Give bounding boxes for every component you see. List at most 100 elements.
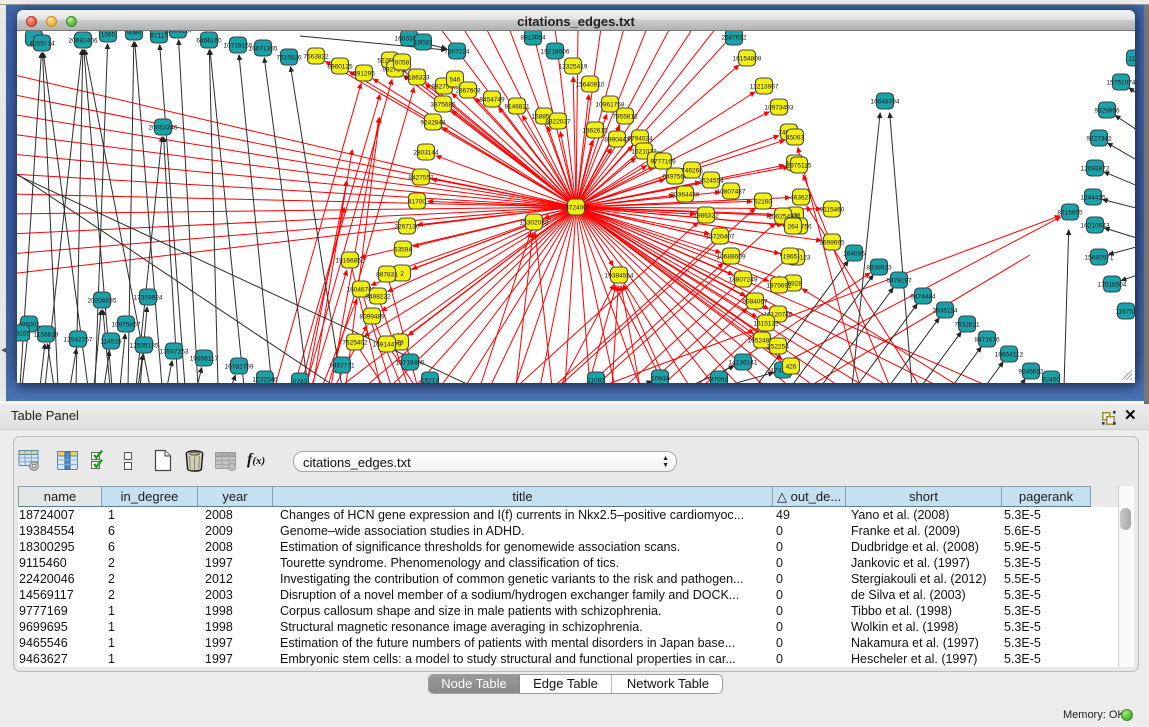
svg-text:10973493: 10973493	[765, 105, 794, 112]
svg-text:19384554: 19384554	[605, 273, 634, 280]
svg-text:15302033: 15302033	[520, 220, 549, 227]
svg-text:16210643: 16210643	[1081, 223, 1110, 230]
svg-text:10653267: 10653267	[164, 31, 193, 35]
svg-text:9227342: 9227342	[1086, 136, 1112, 143]
svg-text:20206535: 20206535	[88, 298, 117, 305]
svg-text:16671355: 16671355	[249, 46, 278, 53]
svg-text:16782759: 16782759	[225, 364, 254, 371]
svg-text:8498222: 8498222	[365, 294, 391, 301]
svg-text:8471676: 8471676	[974, 337, 1000, 344]
svg-text:39155: 39155	[17, 331, 30, 338]
svg-text:7663822: 7663822	[303, 54, 329, 61]
svg-text:9457771: 9457771	[329, 363, 355, 370]
svg-text:891295: 891295	[353, 71, 375, 78]
svg-text:7986322: 7986322	[693, 213, 719, 220]
svg-text:1965: 1965	[783, 254, 798, 261]
svg-text:12505135: 12505135	[130, 343, 159, 350]
svg-text:8454749: 8454749	[479, 97, 505, 104]
svg-text:3875685: 3875685	[430, 102, 456, 109]
svg-text:15640910: 15640910	[576, 82, 605, 89]
svg-text:9115460: 9115460	[820, 207, 845, 214]
svg-text:1975692: 1975692	[766, 283, 792, 290]
svg-text:2975115: 2975115	[787, 163, 812, 170]
svg-text:10688609: 10688609	[717, 254, 746, 261]
svg-text:8322037: 8322037	[545, 119, 571, 126]
svg-text:8813054: 8813054	[520, 35, 546, 42]
svg-text:15720407: 15720407	[706, 234, 735, 241]
svg-text:17359924: 17359924	[134, 295, 163, 302]
svg-text:1117: 1117	[1128, 56, 1135, 63]
svg-text:15716485: 15716485	[396, 360, 425, 367]
svg-text:7515526: 7515526	[276, 55, 302, 62]
svg-text:4055714: 4055714	[29, 41, 55, 48]
svg-text:19166852: 19166852	[336, 258, 365, 265]
svg-text:16213: 16213	[421, 378, 439, 384]
svg-text:16033: 16033	[414, 40, 432, 47]
svg-text:15692971: 15692971	[1085, 255, 1114, 262]
svg-text:9084067: 9084067	[742, 299, 768, 306]
svg-text:10958117: 10958117	[190, 356, 219, 363]
svg-text:7625402: 7625402	[342, 340, 368, 347]
svg-text:114519: 114519	[100, 339, 122, 346]
svg-text:8960125: 8960125	[327, 64, 353, 71]
svg-text:10807487: 10807487	[717, 189, 746, 196]
svg-text:19218506: 19218506	[541, 49, 570, 56]
svg-text:18807249: 18807249	[729, 277, 758, 284]
svg-text:11082: 11082	[587, 378, 605, 384]
svg-text:746266: 746266	[681, 168, 703, 175]
svg-text:9699695: 9699695	[819, 240, 845, 247]
svg-text:8215955: 8215955	[1057, 210, 1083, 217]
svg-text:9777169: 9777169	[650, 159, 676, 166]
svg-text:1362615: 1362615	[582, 128, 608, 135]
svg-text:2803144: 2803144	[413, 150, 439, 157]
svg-text:9329966: 9329966	[1094, 108, 1120, 115]
svg-text:17016504: 17016504	[1098, 282, 1127, 289]
svg-text:92450: 92450	[1042, 377, 1060, 384]
svg-text:2867608: 2867608	[455, 88, 481, 95]
svg-text:10944: 10944	[651, 376, 669, 383]
svg-text:12213967: 12213967	[750, 84, 779, 91]
svg-text:1156819: 1156819	[34, 332, 59, 339]
svg-text:8099489: 8099489	[359, 314, 385, 321]
svg-text:3267130: 3267130	[394, 224, 420, 231]
svg-text:9084: 9084	[127, 31, 142, 37]
svg-text:6479197: 6479197	[886, 278, 912, 285]
svg-text:8743: 8743	[293, 379, 308, 384]
svg-text:887831: 887831	[376, 272, 398, 279]
svg-text:3624554: 3624554	[698, 178, 724, 185]
svg-text:15751074: 15751074	[1107, 80, 1135, 87]
svg-text:463627: 463627	[790, 195, 812, 202]
svg-text:12942757: 12942757	[64, 337, 93, 344]
svg-text:164095: 164095	[843, 251, 865, 258]
svg-text:9245652: 9245652	[1018, 369, 1044, 376]
svg-text:16154808: 16154808	[733, 56, 762, 63]
svg-text:6466160: 6466160	[196, 38, 222, 45]
svg-text:2: 2	[400, 271, 404, 278]
svg-text:8186323: 8186323	[404, 75, 430, 82]
svg-text:62160: 62160	[754, 199, 772, 206]
svg-text:2935114: 2935114	[933, 308, 958, 315]
svg-text:8938923: 8938923	[866, 265, 892, 272]
svg-text:9242848: 9242848	[420, 120, 446, 127]
svg-text:1065: 1065	[101, 32, 116, 39]
svg-text:7357224: 7357224	[444, 49, 470, 56]
svg-text:426: 426	[786, 364, 797, 371]
svg-text:87968: 87968	[710, 377, 728, 384]
svg-text:1615132: 1615132	[753, 321, 779, 328]
svg-text:7955812: 7955812	[612, 114, 638, 121]
svg-text:8427552: 8427552	[408, 175, 434, 182]
svg-text:12325419: 12325419	[559, 64, 588, 71]
svg-text:14136141: 14136141	[729, 360, 758, 367]
svg-text:16914479: 16914479	[373, 342, 402, 349]
svg-text:20691406: 20691406	[69, 38, 98, 45]
svg-text:6794024: 6794024	[627, 136, 653, 143]
svg-text:10654112: 10654112	[995, 352, 1024, 359]
svg-text:53594: 53594	[394, 247, 412, 254]
svg-text:17957253: 17957253	[160, 349, 189, 356]
svg-text:20364436: 20364436	[671, 192, 700, 199]
svg-text:7632621: 7632621	[954, 322, 980, 329]
svg-text:45063: 45063	[786, 135, 804, 142]
svg-text:9474444: 9474444	[910, 294, 936, 301]
svg-text:252254: 252254	[767, 344, 789, 351]
svg-text:6058: 6058	[395, 60, 410, 67]
